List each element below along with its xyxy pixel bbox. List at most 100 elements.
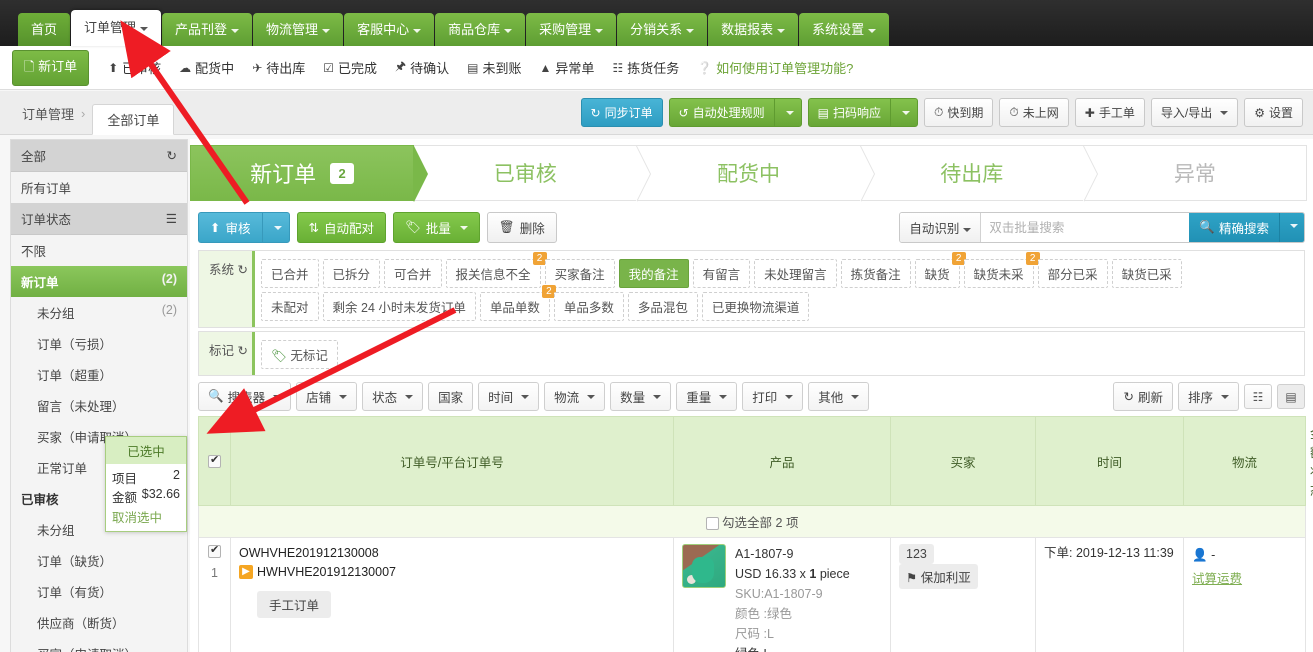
sublink-abnormal[interactable]: ▲ 异常单 <box>531 58 604 77</box>
sync-orders-button[interactable]: ↻ 同步订单 <box>580 98 663 127</box>
delete-button[interactable]: 🗑 删除 <box>486 212 557 243</box>
sublink-picking-task[interactable]: ☷ 拣货任务 <box>603 58 688 77</box>
tag-out-of-stock[interactable]: 缺货 2 <box>914 252 966 288</box>
funnel-step-abnormal[interactable]: 异常 <box>1083 145 1308 201</box>
sidebar-item-new-orders[interactable]: 新订单 (2) <box>11 266 187 297</box>
funnel-step-new-orders[interactable]: 新订单 2 <box>190 145 429 202</box>
tag-merged[interactable]: 已合并 <box>261 259 319 288</box>
filter-shop[interactable]: 店铺 <box>296 382 358 411</box>
funnel-step-reviewed[interactable]: 已审核 <box>414 145 652 202</box>
sublink-allocating[interactable]: ☁ 配货中 <box>170 58 243 77</box>
tag-unhandled-message[interactable]: 未处理留言 <box>754 259 837 288</box>
review-dropdown[interactable] <box>261 212 290 243</box>
nav-tab-purchasing[interactable]: 采购管理 <box>526 13 617 46</box>
new-order-button[interactable]: 🗋 新订单 <box>12 49 90 86</box>
select-all-banner[interactable]: 勾选全部 2 项 <box>197 505 1307 538</box>
tag-my-note[interactable]: 我的备注 <box>618 259 689 288</box>
sidebar-item-order-overweight[interactable]: 订单（超重） <box>11 359 187 390</box>
sidebar-item-order-loss[interactable]: 订单（亏损） <box>11 328 187 359</box>
filter-status[interactable]: 状态 <box>362 382 424 411</box>
nav-tab-home[interactable]: 首页 <box>18 13 71 46</box>
settings-button[interactable]: ⚙ 设置 <box>1244 98 1303 127</box>
product-thumbnail[interactable] <box>682 544 727 588</box>
buyer-country[interactable]: ⚑ 保加利亚 <box>899 564 978 589</box>
filter-country[interactable]: 国家 <box>428 382 474 411</box>
refresh-icon[interactable]: ↻ <box>167 148 177 163</box>
sidebar-item-ungrouped-new[interactable]: 未分组 (2) <box>11 297 187 328</box>
cancel-selection-link[interactable]: 取消选中 <box>112 507 180 526</box>
nav-tab-distribution[interactable]: 分销关系 <box>617 13 708 46</box>
tag-split[interactable]: 已拆分 <box>322 259 381 288</box>
column-header-time[interactable]: 时间 <box>1035 416 1185 506</box>
tag-buyer-note[interactable]: 买家备注 <box>544 259 615 288</box>
filter-print[interactable]: 打印 <box>742 382 804 411</box>
estimate-shipping-link[interactable]: 试算运费 <box>1192 568 1297 592</box>
sort-button[interactable]: 排序 <box>1177 382 1239 411</box>
sidebar-item-supplier-out-of-stock[interactable]: 供应商（断货） <box>11 607 187 638</box>
tag-out-of-stock-purchased[interactable]: 缺货已采 <box>1111 259 1182 288</box>
nav-tab-customer-service[interactable]: 客服中心 <box>344 13 435 46</box>
sublink-completed[interactable]: ☑ 已完成 <box>314 58 386 77</box>
search-options-dropdown[interactable] <box>1279 213 1304 242</box>
nav-tab-reports[interactable]: 数据报表 <box>708 13 799 46</box>
buyer-id[interactable]: 123 <box>899 544 934 564</box>
import-export-button[interactable]: 导入/导出 <box>1150 98 1239 127</box>
nav-tab-warehouse[interactable]: 商品仓库 <box>435 13 526 46</box>
select-all-banner-row[interactable]: 勾选全部 2 项 <box>197 505 1307 538</box>
row-checkbox[interactable] <box>208 543 221 559</box>
expiring-soon-button[interactable]: ⏱ 快到期 <box>924 98 994 127</box>
search-input[interactable] <box>981 213 1190 242</box>
filter-logistics[interactable]: 物流 <box>544 382 606 411</box>
sidebar-item-buyer-cancel-request-reviewed[interactable]: 买家（申请取消） <box>11 638 187 652</box>
sitemap-icon[interactable]: ☰ <box>166 211 177 226</box>
tag-24h-unshipped[interactable]: 剩余 24 小时未发货订单 <box>322 292 476 321</box>
row-select-cell[interactable]: 1 <box>198 536 231 652</box>
tag-picking-note[interactable]: 拣货备注 <box>840 259 911 288</box>
auto-match-button[interactable]: ⇅ 自动配对 <box>296 212 386 243</box>
refresh-icon[interactable]: ↻ <box>238 263 248 277</box>
select-all-pages-checkbox[interactable] <box>705 517 719 531</box>
filter-other[interactable]: 其他 <box>808 382 870 411</box>
tag-partially-purchased[interactable]: 部分已采 <box>1037 259 1108 288</box>
tag-single-item-multi-qty[interactable]: 单品多数 <box>553 292 624 321</box>
sidebar-item-all-orders[interactable]: 所有订单 <box>11 172 187 203</box>
select-all-header[interactable] <box>198 416 231 506</box>
refresh-icon[interactable]: ↻ <box>238 344 248 358</box>
list-view-icon[interactable]: ▤ <box>1277 384 1305 409</box>
search-mode-selector[interactable]: 自动识别 <box>900 213 982 242</box>
tag-incomplete-customs-info[interactable]: 报关信息不全 2 <box>445 252 547 288</box>
refresh-button[interactable]: ↻ 刷新 <box>1113 382 1173 411</box>
sidebar-item-unlimited[interactable]: 不限 <box>11 235 187 266</box>
column-header-product[interactable]: 产品 <box>673 416 892 506</box>
select-all-checkbox[interactable] <box>208 453 221 469</box>
filter-quantity[interactable]: 数量 <box>610 382 672 411</box>
scan-response-dropdown[interactable] <box>890 98 919 127</box>
funnel-step-pending-shipment[interactable]: 待出库 <box>860 145 1098 202</box>
sidebar-item-order-out-of-stock[interactable]: 订单（缺货） <box>11 545 187 576</box>
platform-order-number[interactable]: HWHVHE201912130007 <box>257 563 396 582</box>
help-link[interactable]: ❔ 如何使用订单管理功能? <box>688 58 862 77</box>
breadcrumb-current-tab[interactable]: 全部订单 <box>92 104 175 135</box>
sidebar-item-message-unhandled[interactable]: 留言（未处理） <box>11 390 187 421</box>
filter-searcher[interactable]: 🔍 搜表器 <box>198 382 292 411</box>
tag-mergeable[interactable]: 可合并 <box>384 259 442 288</box>
filter-weight[interactable]: 重量 <box>676 382 738 411</box>
nav-tab-system-settings[interactable]: 系统设置 <box>799 13 890 46</box>
column-header-buyer[interactable]: 买家 <box>890 416 1037 506</box>
product-title[interactable]: A1-1807-9 <box>735 544 850 564</box>
column-header-order-no[interactable]: 订单号/平台订单号 <box>229 416 675 506</box>
sublink-pending-shipment[interactable]: ✈ 待出库 <box>243 58 314 77</box>
nav-tab-order-management[interactable]: 订单管理 <box>71 10 162 46</box>
nav-tab-product-listing[interactable]: 产品刊登 <box>162 13 253 46</box>
tag-no-mark[interactable]: 🏷 无标记 <box>261 340 338 369</box>
sidebar-group-all[interactable]: 全部 ↻ <box>11 140 187 172</box>
nav-tab-logistics[interactable]: 物流管理 <box>253 13 344 46</box>
tag-has-message[interactable]: 有留言 <box>692 259 751 288</box>
not-online-button[interactable]: ⏱ 未上网 <box>999 98 1069 127</box>
breadcrumb-parent[interactable]: 订单管理 <box>22 104 74 123</box>
tag-logistics-channel-changed[interactable]: 已更换物流渠道 <box>701 292 810 321</box>
tag-out-of-stock-not-purchased[interactable]: 缺货未采 2 <box>963 252 1040 288</box>
order-number[interactable]: OWHVHE201912130008 <box>239 544 665 563</box>
scan-response-button[interactable]: ▤ 扫码响应 <box>807 98 891 127</box>
filter-time[interactable]: 时间 <box>478 382 540 411</box>
